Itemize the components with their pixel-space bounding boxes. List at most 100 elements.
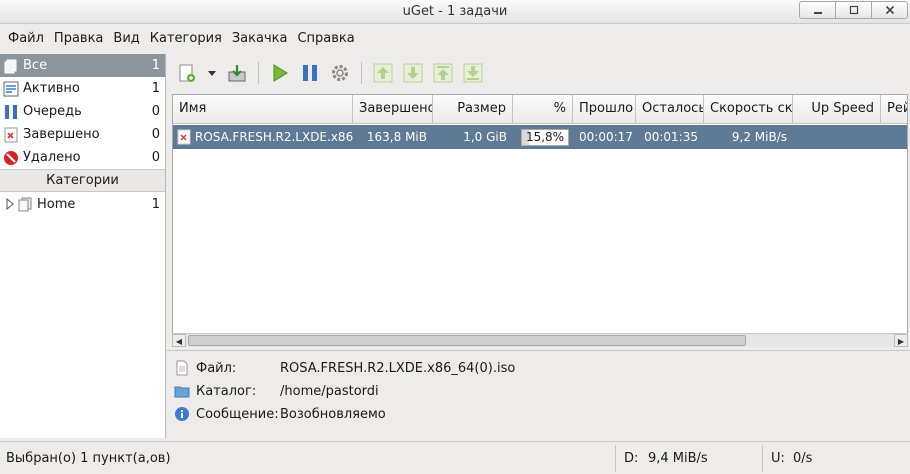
new-file-icon [179,64,195,82]
menu-bar: Файл Правка Вид Категория Закачка Справк… [0,28,360,50]
scrollbar-thumb[interactable] [188,335,746,346]
column-header-up-speed[interactable]: Up Speed [793,95,881,124]
detail-file-label: Файл: [196,360,237,376]
state-label: Активно [23,81,80,96]
active-icon [3,81,19,97]
minimize-button[interactable] [799,1,836,19]
column-header-completed[interactable]: Завершено [353,95,433,124]
toolbar-separator [258,62,259,84]
save-button[interactable] [222,59,252,87]
arrow-up-icon [373,63,393,83]
pause-button[interactable] [295,59,325,87]
new-download-button[interactable] [172,59,202,87]
arrow-down-icon [403,63,423,83]
close-icon [885,5,894,15]
column-header-name[interactable]: Имя [173,95,353,124]
state-count: 0 [151,127,160,142]
window-title: uGet - 1 задачи [402,4,508,19]
state-item-queue[interactable]: Очередь 0 [0,100,165,123]
scroll-right-button[interactable]: ▶ [894,334,908,347]
detail-folder-value: /home/pastordi [280,383,379,399]
expander-icon[interactable] [5,198,17,210]
menu-download[interactable]: Закачка [227,28,293,50]
menu-edit[interactable]: Правка [49,28,108,50]
category-item-home[interactable]: Home 1 [0,192,165,216]
categories-header: Категории [0,169,165,192]
status-up-value: 0/s [793,451,813,466]
deleted-icon [3,150,19,166]
horizontal-scrollbar[interactable]: ◀ ▶ [172,333,908,347]
download-progress: 15,8% [521,129,569,146]
category-count: 1 [151,196,160,212]
menu-file[interactable]: Файл [3,28,49,50]
new-download-dropdown[interactable] [202,59,222,87]
column-header-remaining[interactable]: Осталось [636,95,704,124]
maximize-icon [849,5,858,15]
properties-button[interactable] [325,59,355,87]
move-bottom-button[interactable] [458,59,488,87]
status-down-value: 9,4 MiB/s [648,451,708,466]
move-down-button[interactable] [398,59,428,87]
progress-text: 15,8% [525,130,565,144]
detail-folder-label: Каталог: [196,383,257,399]
state-label: Очередь [23,104,82,119]
menu-category[interactable]: Категория [145,28,227,50]
all-icon [3,58,19,74]
menu-view[interactable]: Вид [108,28,144,50]
download-remaining: 00:01:35 [644,130,698,144]
maximize-button[interactable] [835,1,872,19]
start-button[interactable] [265,59,295,87]
download-elapsed: 00:00:17 [579,130,633,144]
window-controls [799,1,908,19]
left-panel: Все 1 Активно 1 Очередь 0 Завершено 0 Уд… [0,54,166,438]
download-size: 1,0 GiB [463,130,507,144]
scroll-left-button[interactable]: ◀ [172,334,186,347]
detail-message-label: Сообщение: [196,406,279,422]
download-up-speed [793,125,881,149]
state-item-deleted[interactable]: Удалено 0 [0,146,165,169]
column-header-ratio[interactable]: Рейтинг [881,95,907,124]
status-bar: Выбран(о) 1 пункт(а,ов) D: 9,4 MiB/s U: … [0,441,910,474]
detail-message-row: Сообщение: Возобновляемо [174,404,386,424]
column-header-speed[interactable]: Скорость скачивания [704,95,793,124]
details-panel: Файл: ROSA.FRESH.R2.LXDE.x86_64(0).iso К… [166,350,910,438]
document-icon [174,360,190,376]
status-selection: Выбран(о) 1 пункт(а,ов) [6,451,171,466]
arrow-top-icon [433,63,453,83]
download-name: ROSA.FRESH.R2.LXDE.x86_64(0).iso [195,130,353,144]
state-count: 1 [151,58,160,73]
status-down-label: D: [624,451,639,466]
detail-file-row: Файл: ROSA.FRESH.R2.LXDE.x86_64(0).iso [174,358,515,378]
column-header-size[interactable]: Размер [433,95,513,124]
status-up-label: U: [771,451,785,466]
status-divider [762,445,763,472]
state-count: 1 [151,81,160,96]
detail-file-value: ROSA.FRESH.R2.LXDE.x86_64(0).iso [280,360,516,376]
download-row[interactable]: ROSA.FRESH.R2.LXDE.x86_64(0).iso 163,8 M… [173,125,907,149]
detail-folder-row: Каталог: /home/pastordi [174,381,379,401]
state-label: Завершено [23,127,100,142]
close-button[interactable] [871,1,908,19]
toolbar-separator [361,62,362,84]
status-divider [615,445,616,472]
gear-icon [332,65,348,81]
state-item-all[interactable]: Все 1 [0,54,165,77]
arrow-bottom-icon [463,63,483,83]
queue-icon [3,104,19,120]
move-up-button[interactable] [368,59,398,87]
download-save-icon [228,65,246,82]
state-item-active[interactable]: Активно 1 [0,77,165,100]
folder-icon [174,383,190,399]
download-speed: 9,2 MiB/s [731,130,787,144]
state-label: Удалено [23,150,81,165]
column-header-percent[interactable]: % [513,95,573,124]
minimize-icon [813,12,822,14]
state-label: Все [23,58,48,73]
state-item-finished[interactable]: Завершено 0 [0,123,165,146]
download-list[interactable]: Имя Завершено Размер % Прошло Осталось С… [172,94,908,347]
column-header-elapsed[interactable]: Прошло [573,95,636,124]
finished-icon [3,127,19,143]
menu-help[interactable]: Справка [292,28,359,50]
move-top-button[interactable] [428,59,458,87]
category-label: Home [37,196,76,212]
